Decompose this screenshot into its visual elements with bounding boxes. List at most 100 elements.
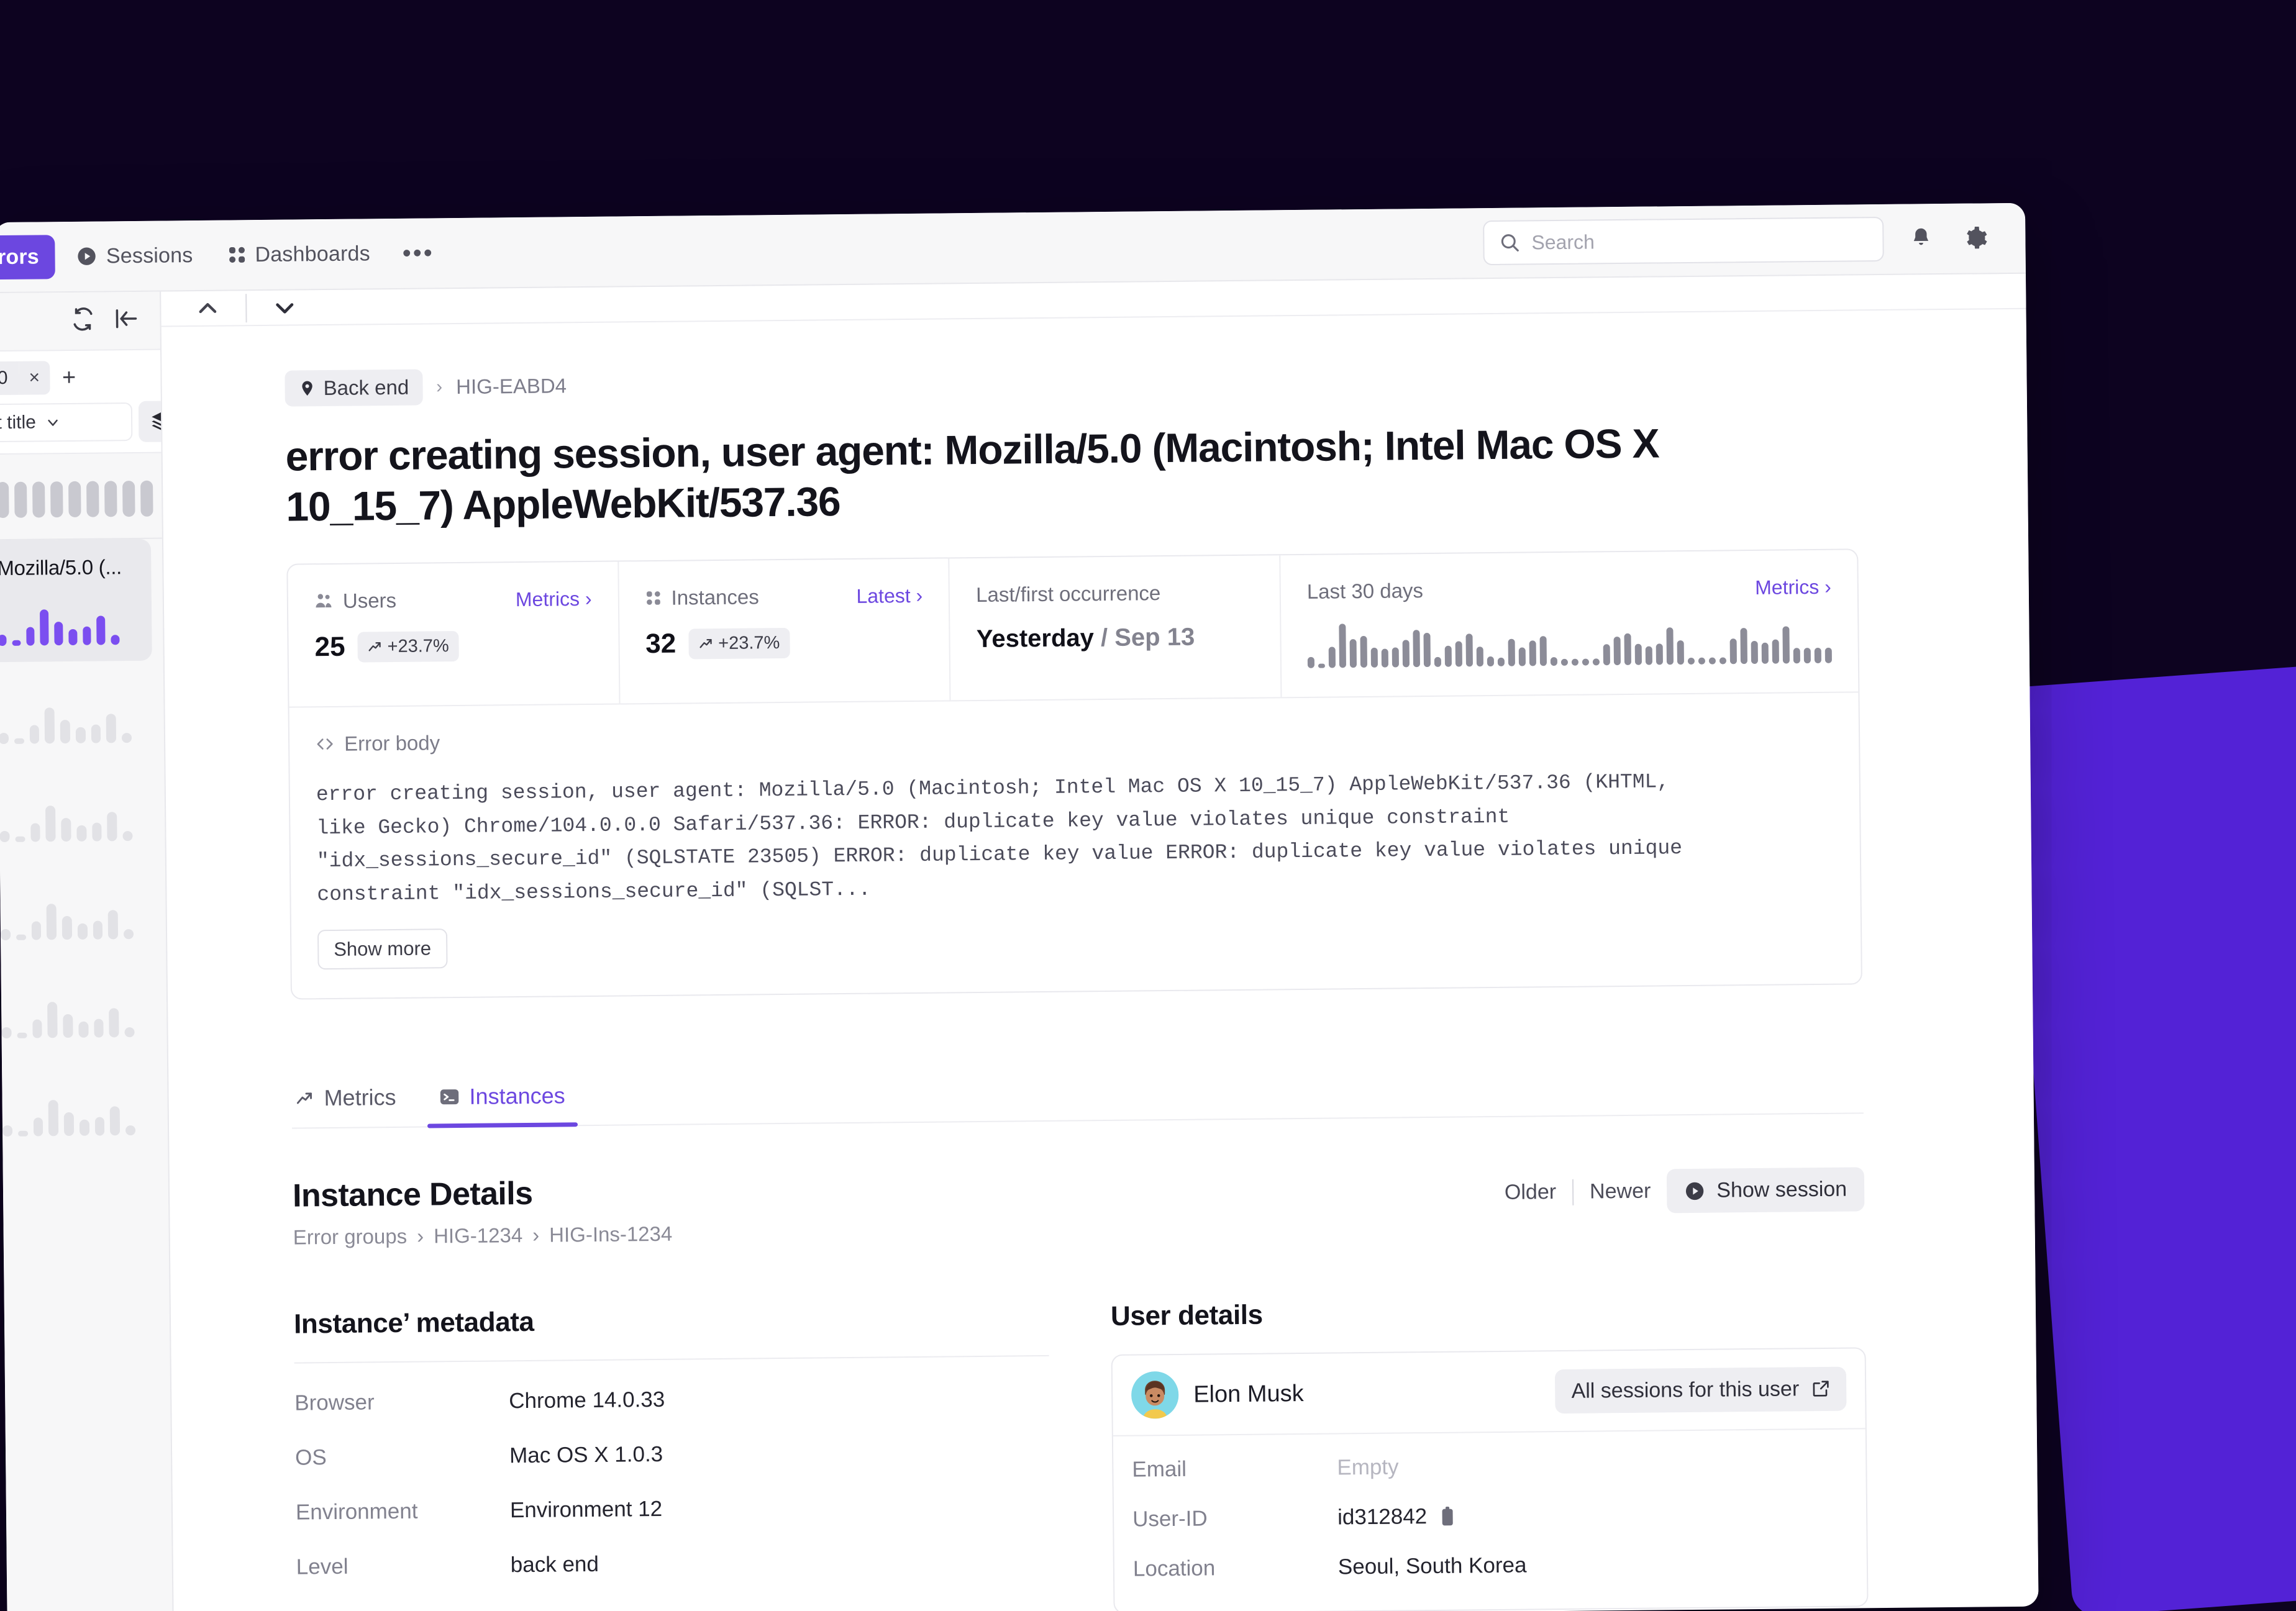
sub-crumb-0[interactable]: Error groups — [293, 1225, 408, 1250]
trend-up-icon — [367, 639, 382, 654]
instance-details-breadcrumb: Error groups › HIG-1234 › HIG-Ins-1234 — [293, 1222, 673, 1250]
sidebar-item-0[interactable]: Mozilla/5.0 (... — [0, 538, 152, 663]
chevron-down-icon[interactable] — [268, 291, 302, 325]
stat-instances-label: Instances — [671, 585, 759, 609]
limit-chip[interactable]: 100 — [0, 361, 19, 396]
sparkline-bar — [1740, 628, 1747, 665]
user-card-body: Email Empty User-ID id312842 Location Se… — [1113, 1429, 1867, 1611]
code-icon — [316, 735, 334, 753]
sidebar-item-4[interactable] — [1, 955, 167, 1055]
sort-select-label: ent title — [0, 412, 37, 433]
stat-instances-link[interactable]: Latest › — [856, 584, 922, 608]
sparkline-bar — [1814, 647, 1821, 664]
sparkline-bar — [1729, 638, 1737, 665]
refresh-icon[interactable] — [70, 307, 95, 332]
limit-clear-button[interactable]: × — [19, 361, 50, 395]
page-title: error creating session, user agent: Mozi… — [285, 420, 1659, 530]
sparkline-bar — [1666, 627, 1674, 665]
add-filter-button[interactable]: + — [56, 364, 83, 391]
show-session-button[interactable]: Show session — [1666, 1167, 1865, 1214]
sub-crumb-1[interactable]: HIG-1234 — [434, 1223, 522, 1248]
all-sessions-button[interactable]: All sessions for this user — [1555, 1366, 1847, 1414]
instance-nav-actions: Older Newer Show session — [1505, 1162, 1865, 1215]
sparkline-bar — [1444, 645, 1452, 667]
metadata-key: Environment — [295, 1499, 418, 1525]
nav-item-errors[interactable]: rrors — [0, 234, 56, 279]
nav-item-dashboards-label: Dashboards — [255, 241, 370, 266]
sub-crumb-sep-0: › — [416, 1224, 424, 1248]
gear-icon[interactable] — [1958, 220, 1993, 256]
tab-instances-label: Instances — [469, 1082, 565, 1109]
chevron-up-icon[interactable] — [191, 291, 225, 325]
details-columns: Instance’ metadata Browser Chrome 14.0.3… — [294, 1294, 1869, 1611]
stat-occurrence-first: Sep 13 — [1114, 623, 1195, 652]
bell-icon[interactable] — [1903, 221, 1939, 256]
sidebar-toolbar — [0, 292, 160, 347]
newer-button[interactable]: Newer — [1590, 1179, 1651, 1204]
instance-details-title: Instance Details — [292, 1175, 533, 1214]
sparkline-bar — [1603, 643, 1610, 666]
sparkline-bar — [1550, 657, 1558, 666]
collapse-panel-icon[interactable] — [114, 306, 139, 331]
sparkline-bar — [1402, 640, 1410, 668]
stat-users-header: Users — [314, 589, 397, 613]
chevron-down-icon — [45, 414, 61, 430]
tab-metrics[interactable]: Metrics — [291, 1073, 400, 1128]
older-button[interactable]: Older — [1505, 1180, 1557, 1205]
sidebar-item-1[interactable] — [0, 661, 164, 761]
sparkline-bar — [1656, 643, 1663, 665]
main-content: Back end › HIG-EABD4 error creating sess… — [162, 309, 2039, 1611]
stat-users-trend-label: +23.7% — [387, 635, 449, 656]
search-input[interactable]: Search — [1483, 216, 1884, 266]
breadcrumb-pill-backend[interactable]: Back end — [285, 369, 423, 407]
sparkline-bar — [1318, 663, 1326, 668]
metadata-row: OS Mac OS X 1.0.3 — [295, 1438, 1050, 1471]
stat-instances-header: Instances — [645, 586, 759, 610]
stat-last30-link[interactable]: Metrics › — [1755, 575, 1831, 599]
nav-overflow-button[interactable]: ••• — [391, 239, 445, 266]
grid-icon — [227, 245, 246, 264]
sidebar-item-2[interactable] — [0, 759, 165, 859]
metadata-row: Environment Environment 12 — [296, 1493, 1050, 1525]
sparkline-bar — [1803, 647, 1811, 664]
sidebar-item-3[interactable] — [0, 857, 166, 957]
sparkline-bar — [1381, 648, 1389, 668]
content-tabs: Metrics Instances — [291, 1059, 1864, 1129]
sidebar-item-label: Mozilla/5.0 (... — [0, 555, 122, 580]
stat-users-link[interactable]: Metrics › — [516, 588, 592, 611]
sort-select[interactable]: ent title — [0, 402, 133, 443]
user-row-key: Location — [1132, 1556, 1216, 1581]
sub-crumb-2[interactable]: HIG-Ins-1234 — [549, 1222, 672, 1247]
stat-users: Users Metrics › 25 +23.7% — [288, 561, 621, 707]
sparkline-bar — [1434, 656, 1442, 668]
nav-item-sessions[interactable]: Sessions — [63, 235, 207, 276]
stats-card: Users Metrics › 25 +23.7% Instances Late… — [286, 548, 1862, 1000]
user-name: Elon Musk — [1193, 1380, 1304, 1408]
stat-last30: Last 30 days Metrics › — [1280, 550, 1858, 697]
main-panel: Back end › HIG-EABD4 error creating sess… — [161, 273, 2039, 1611]
error-body-text: error creating session, user agent: Mozi… — [316, 770, 1683, 906]
sparkline-bar — [1592, 658, 1600, 666]
sparkline-bar — [1613, 636, 1621, 666]
stat-occurrence-last: Yesterday — [976, 624, 1095, 653]
all-sessions-label: All sessions for this user — [1571, 1376, 1800, 1403]
stats-row: Users Metrics › 25 +23.7% Instances Late… — [288, 550, 1858, 707]
user-identity: Elon Musk — [1131, 1370, 1304, 1419]
last30-sparkline-chart — [1307, 617, 1832, 669]
sidebar-item-label — [2, 1069, 156, 1071]
tab-metrics-label: Metrics — [324, 1084, 396, 1111]
sparkline-bar — [1624, 633, 1631, 666]
tab-instances[interactable]: Instances — [435, 1071, 569, 1126]
show-more-button[interactable]: Show more — [317, 928, 448, 970]
stat-occurrence-value: Yesterday / Sep 13 — [977, 623, 1254, 653]
metadata-value: Environment 12 — [509, 1496, 663, 1523]
sidebar-item-sparkline — [1, 999, 156, 1039]
sidebar-item-5[interactable] — [2, 1053, 168, 1153]
sparkline-bar — [1719, 657, 1726, 665]
copy-icon[interactable] — [1438, 1506, 1457, 1527]
sidebar-item-label — [0, 677, 152, 678]
sparkline-bar — [1782, 626, 1790, 664]
sidebar-limit-row: 100 × + — [0, 356, 174, 399]
breadcrumb: Back end › HIG-EABD4 — [285, 355, 1977, 407]
nav-item-dashboards[interactable]: Dashboards — [214, 234, 384, 275]
